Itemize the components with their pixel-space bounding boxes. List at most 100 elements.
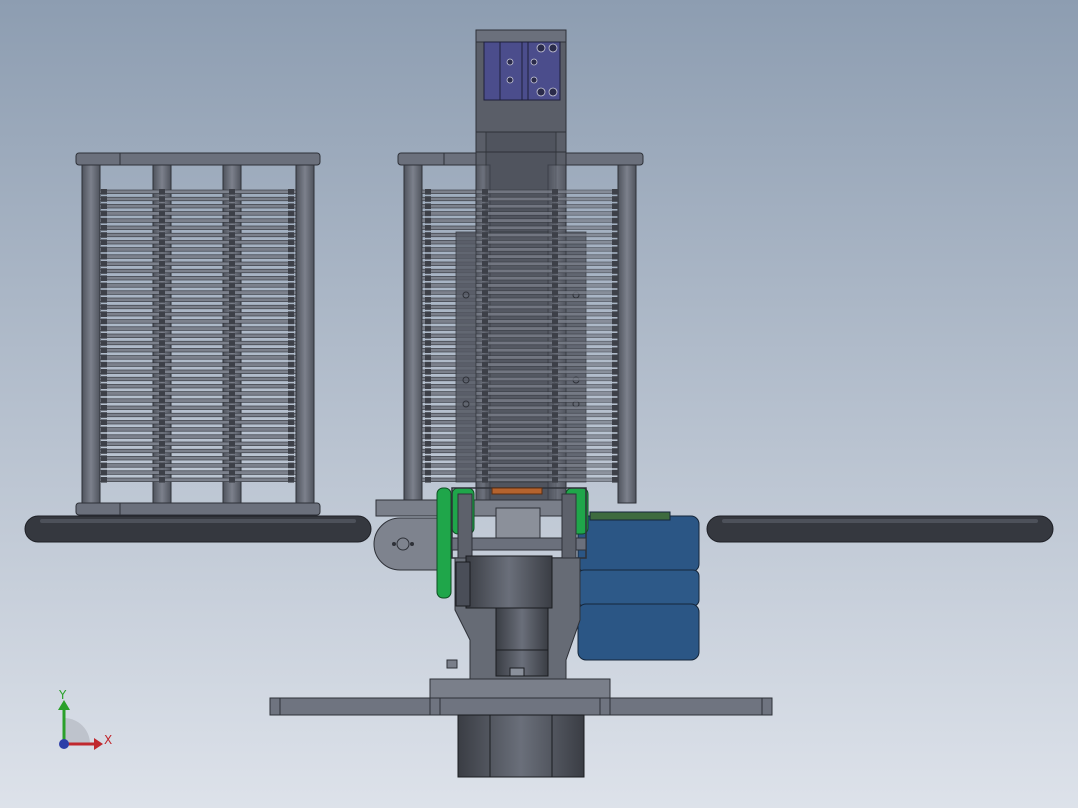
shelf-slat	[475, 355, 619, 360]
slat-clip	[425, 412, 431, 418]
slat-clip	[101, 354, 107, 361]
slat-clip	[101, 340, 107, 346]
slat-clip	[552, 419, 558, 425]
slat-clip	[229, 433, 235, 440]
cad-viewport[interactable]: Y X	[0, 0, 1078, 808]
slat-clip	[482, 253, 488, 260]
slat-clip	[552, 390, 558, 397]
slat-clip	[612, 297, 618, 303]
slat-clip	[101, 462, 107, 469]
shelf-slat	[475, 348, 619, 353]
shelf-slat	[99, 312, 297, 317]
slat-clip	[612, 397, 618, 404]
slat-clip	[425, 282, 431, 289]
slat-clip	[482, 361, 488, 368]
left-belt-highlight	[40, 519, 356, 523]
slat-clip	[552, 325, 558, 332]
slat-clip	[612, 469, 618, 476]
shelf-slat	[99, 319, 297, 324]
slat-clip	[288, 347, 294, 353]
slat-clip	[612, 361, 618, 368]
slat-clip	[482, 405, 488, 411]
slat-clip	[159, 426, 165, 433]
slat-clip	[159, 196, 165, 202]
slat-clip	[612, 325, 618, 332]
slat-clip	[482, 289, 488, 296]
slat-clip	[552, 203, 558, 209]
shelf-slat	[99, 268, 297, 274]
slat-clip	[425, 217, 431, 224]
slat-clip	[612, 246, 618, 253]
slat-clip	[159, 376, 165, 382]
shelf-slat	[99, 225, 297, 230]
slat-clip	[159, 217, 165, 224]
slat-clip	[612, 225, 618, 231]
shelf-slat	[99, 355, 297, 360]
slat-clip	[101, 261, 107, 267]
slat-clip	[229, 462, 235, 469]
shelf-slat	[475, 463, 619, 468]
slat-clip	[552, 225, 558, 231]
slat-clip	[159, 232, 165, 238]
right-rack-slats-overlay	[475, 189, 619, 483]
right-belt-highlight	[722, 519, 1038, 523]
slat-clip	[552, 376, 558, 382]
shelf-slat	[475, 218, 619, 223]
shelf-slat	[475, 211, 619, 216]
slat-clip	[425, 289, 431, 296]
slat-clip	[482, 217, 488, 224]
blue-box-middle	[577, 569, 700, 607]
right-rack-post-1	[403, 164, 423, 504]
slat-clip	[612, 477, 618, 483]
slat-clip	[482, 477, 488, 483]
slat-clip	[159, 397, 165, 404]
slat-clip	[425, 383, 431, 389]
slat-clip	[552, 441, 558, 447]
slat-clip	[552, 469, 558, 476]
right-rack-post-4	[617, 164, 637, 504]
slat-clip	[229, 333, 235, 339]
slat-clip	[159, 311, 165, 317]
shelf-slat	[99, 247, 297, 252]
slat-clip	[288, 448, 294, 454]
shelf-slat	[99, 276, 297, 281]
shelf-slat	[99, 240, 297, 245]
base-drive-motor	[457, 714, 585, 778]
slat-clip	[101, 189, 107, 195]
slat-clip	[101, 217, 107, 224]
shelf-slat	[475, 204, 619, 209]
slat-clip	[482, 426, 488, 433]
slat-clip	[288, 189, 294, 195]
slat-clip	[229, 297, 235, 303]
slat-clip	[159, 361, 165, 368]
blue-control-box[interactable]	[577, 511, 700, 661]
slat-clip	[288, 455, 294, 461]
slat-clip	[101, 225, 107, 231]
shelf-slat	[99, 412, 297, 418]
slat-clip	[482, 311, 488, 317]
slat-clip	[612, 376, 618, 382]
slat-clip	[288, 390, 294, 397]
slat-clip	[229, 397, 235, 404]
slat-clip	[425, 419, 431, 425]
gripper-orange-rod	[491, 487, 543, 495]
blue-box-lower	[577, 603, 700, 661]
slat-clip	[101, 455, 107, 461]
slat-clip	[425, 318, 431, 325]
slat-clip	[552, 289, 558, 296]
slat-clip	[612, 405, 618, 411]
slat-clip	[159, 412, 165, 418]
slat-clip	[612, 426, 618, 433]
slat-clip	[229, 217, 235, 224]
blue-box-top-edge	[589, 511, 671, 521]
swing-arm-bolt	[410, 542, 414, 546]
slat-clip	[482, 412, 488, 418]
slat-clip	[425, 441, 431, 447]
cad-canvas: Y X	[0, 0, 1078, 808]
shelf-slat	[475, 441, 619, 446]
shelf-slat	[475, 312, 619, 317]
slat-clip	[288, 477, 294, 483]
slat-clip	[229, 455, 235, 461]
slat-clip	[101, 477, 107, 483]
slat-clip	[229, 369, 235, 375]
